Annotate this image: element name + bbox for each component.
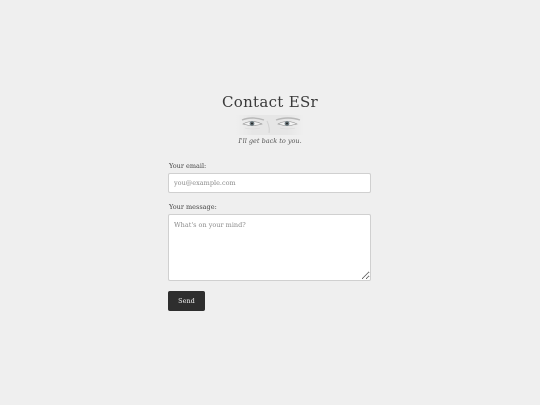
message-label: Your message:	[169, 203, 217, 211]
contact-page: Contact ESr I'll get back to you. Your e…	[0, 0, 540, 405]
email-field[interactable]	[168, 173, 371, 193]
send-button[interactable]: Send	[168, 291, 205, 311]
subtitle: I'll get back to you.	[238, 137, 302, 145]
message-textarea[interactable]	[168, 214, 371, 281]
email-label: Your email:	[169, 162, 207, 170]
page-title: Contact ESr	[221, 93, 319, 111]
eyes-image	[236, 115, 304, 135]
